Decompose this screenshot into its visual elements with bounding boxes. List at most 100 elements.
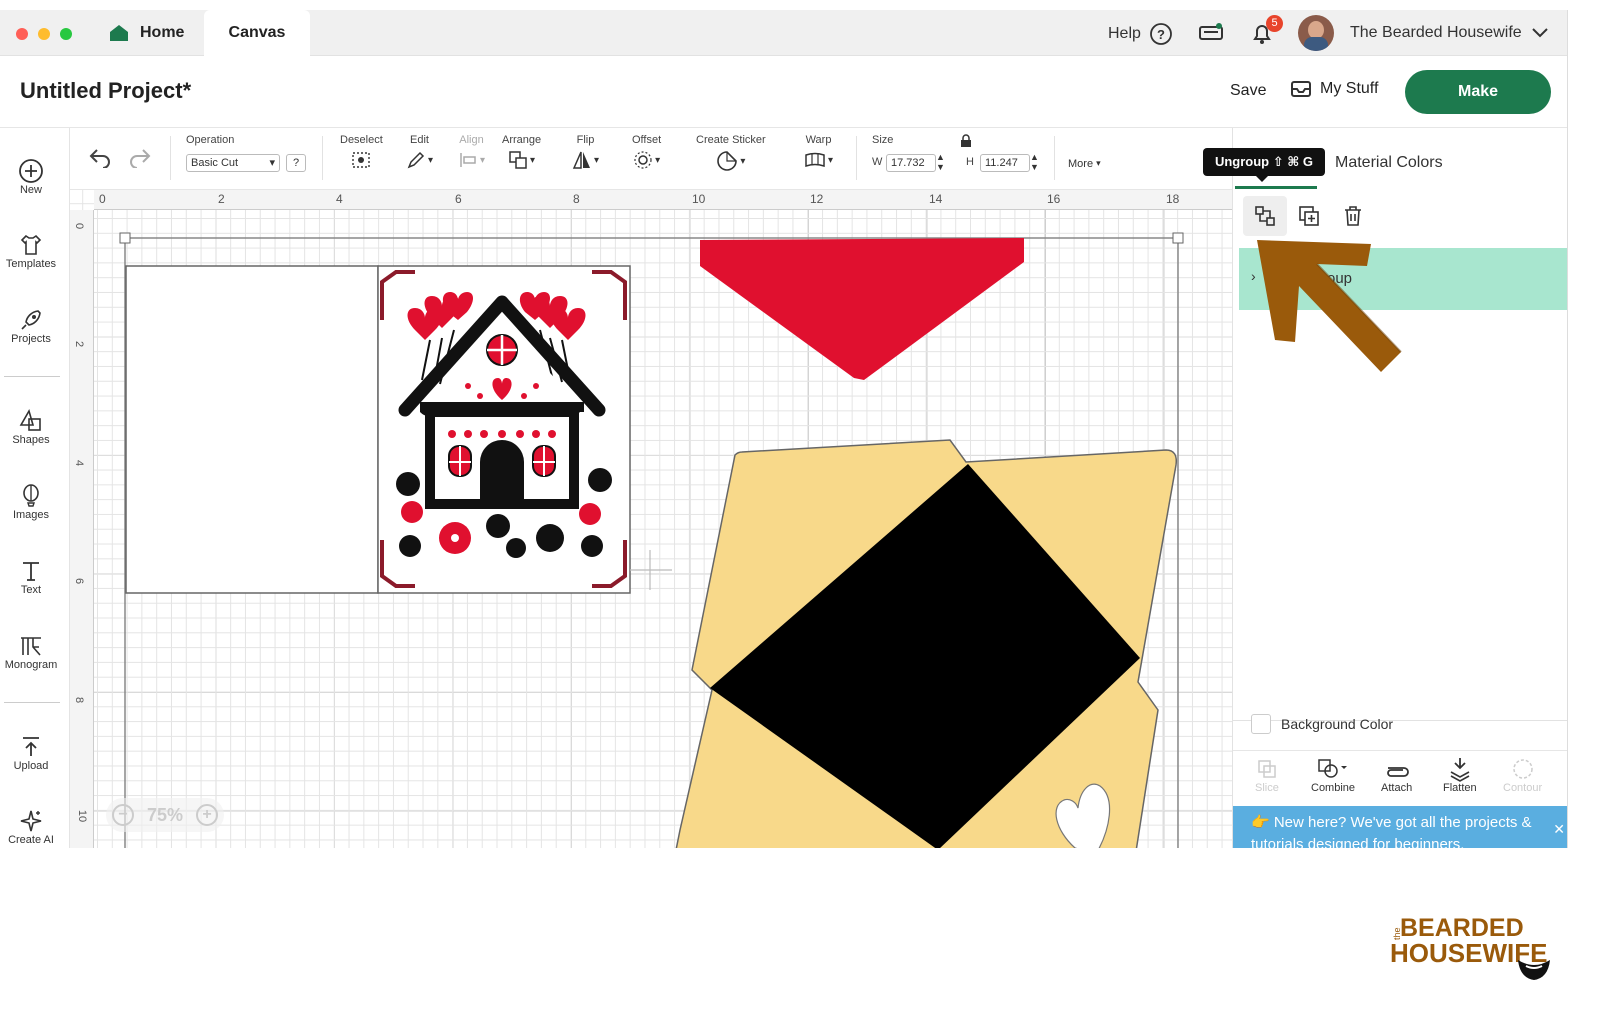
edit-toolbar: Operation Basic Cut ▾ ? Deselect Edit ▾ … [70,128,1232,190]
redo-icon[interactable] [128,146,152,168]
tab-material-colors[interactable]: Material Colors [1335,154,1443,172]
shapes-icon [19,408,41,431]
project-bar: Untitled Project* Save My Stuff Make [0,56,1567,128]
tab-home-label: Home [140,24,185,41]
save-button[interactable]: Save [1230,82,1266,100]
banner-text: 👉 New here? We've got all the projects &… [1251,814,1532,848]
offset-label: Offset [632,134,662,146]
deselect-button[interactable]: Deselect [340,134,383,170]
align-icon [460,153,476,167]
operation-select[interactable]: Basic Cut ▾ [186,154,280,172]
rocket-icon [21,310,41,330]
tab-home[interactable]: Home [108,10,184,56]
caret-down-icon: ▾ [594,154,600,166]
close-icon[interactable]: ✕ [1553,818,1565,840]
slice-button[interactable]: Slice [1255,756,1279,794]
sidebar-item-new[interactable]: New [0,158,62,196]
sidebar-divider [4,702,60,703]
active-tab-indicator [1235,186,1317,189]
sidebar-item-text[interactable]: Text [0,558,62,596]
flatten-button[interactable]: Flatten [1443,756,1477,794]
sidebar-item-projects[interactable]: Projects [0,307,62,345]
attach-button[interactable]: Attach [1381,756,1412,794]
selection-handle[interactable] [1172,232,1184,244]
arrange-label: Arrange [502,134,542,146]
sidebar-item-templates[interactable]: Templates [0,232,62,270]
flip-button[interactable]: Flip ▾ [572,134,599,170]
attach-label: Attach [1381,782,1413,794]
red-envelope-flap[interactable] [700,238,1024,380]
zoom-out-button[interactable]: − [112,804,134,826]
white-card-panel[interactable] [125,265,379,594]
balloon-icon [23,484,39,507]
zoom-in-button[interactable]: + [196,804,218,826]
my-stuff-label: My Stuff [1320,80,1379,97]
upload-icon [23,737,39,756]
arrange-icon [509,151,527,169]
sidebar-item-shapes[interactable]: Shapes [0,408,62,446]
make-button[interactable]: Make [1405,70,1551,114]
selection-handle[interactable] [119,232,131,244]
sidebar-item-label: Shapes [12,434,50,446]
combine-label: Combine [1311,782,1356,794]
gingerbread-house-card[interactable] [377,265,631,594]
width-input[interactable]: 17.732 [886,154,936,172]
sidebar-item-upload[interactable]: Upload [0,734,62,772]
arrange-button[interactable]: Arrange ▾ [502,134,541,170]
help-button[interactable]: Help ? [1108,22,1173,46]
panel-divider [1233,750,1567,751]
lock-icon[interactable] [960,134,972,148]
edit-button[interactable]: Edit ▾ [406,134,433,170]
warp-button[interactable]: Warp ▾ [804,134,833,170]
home-icon [110,25,128,41]
warp-icon [805,152,825,168]
combine-button[interactable]: Combine [1311,756,1355,794]
sidebar-item-monogram[interactable]: Monogram [0,633,62,671]
sidebar-item-images[interactable]: Images [0,483,62,521]
create-sticker-button[interactable]: Create Sticker ▾ [696,134,766,172]
sidebar-item-label: Create AI [8,834,54,846]
my-stuff-button[interactable]: My Stuff [1290,80,1378,98]
caret-down-icon: ▾ [740,155,746,167]
canvas-artwork [119,232,1184,848]
trash-icon[interactable] [1341,204,1365,228]
background-color-checkbox[interactable] [1251,714,1271,734]
align-button[interactable]: Align ▾ [458,134,485,170]
operation-help-button[interactable]: ? [286,154,306,172]
cursor-crosshair [630,550,672,590]
minimize-window-button[interactable] [38,28,50,40]
background-color-label: Background Color [1281,716,1394,732]
more-button[interactable]: More ▾ [1068,158,1101,170]
tab-canvas-label: Canvas [228,24,286,41]
avatar[interactable] [1298,15,1334,51]
contour-button[interactable]: Contour [1503,756,1542,794]
height-stepper[interactable]: ▲ ▼ [1030,152,1039,172]
operation-label: Operation [186,134,235,146]
beard-icon [1518,960,1550,980]
project-title[interactable]: Untitled Project* [20,78,191,104]
tab-canvas[interactable]: Canvas [204,10,310,56]
beginner-banner[interactable]: 👉 New here? We've got all the projects &… [1233,806,1567,848]
width-stepper[interactable]: ▲ ▼ [936,152,945,172]
ungroup-icon [1255,206,1275,226]
caret-down-icon: ▾ [269,157,275,169]
sidebar-divider [4,376,60,377]
text-icon [23,562,39,581]
caret-down-icon: ▾ [480,154,486,166]
user-menu[interactable]: The Bearded Housewife [1350,24,1548,42]
user-name: The Bearded Housewife [1350,24,1522,41]
design-canvas[interactable]: 0 2 4 6 8 10 12 14 16 18 0 2 4 6 8 10 − … [70,190,1232,848]
height-input[interactable]: 11.247 [980,154,1030,172]
offset-button[interactable]: Offset ▾ [632,134,661,170]
sidebar-item-create-ai[interactable]: Create AI [0,808,62,846]
close-window-button[interactable] [16,28,28,40]
flip-label: Flip [576,134,595,146]
toolbar-divider [170,136,171,180]
maximize-window-button[interactable] [60,28,72,40]
duplicate-icon[interactable] [1297,204,1321,228]
machine-icon[interactable] [1198,22,1224,44]
undo-icon[interactable] [88,146,112,168]
caret-down-icon: ▾ [428,154,434,166]
tooltip-pointer [1256,176,1268,182]
deselect-icon [352,152,371,168]
